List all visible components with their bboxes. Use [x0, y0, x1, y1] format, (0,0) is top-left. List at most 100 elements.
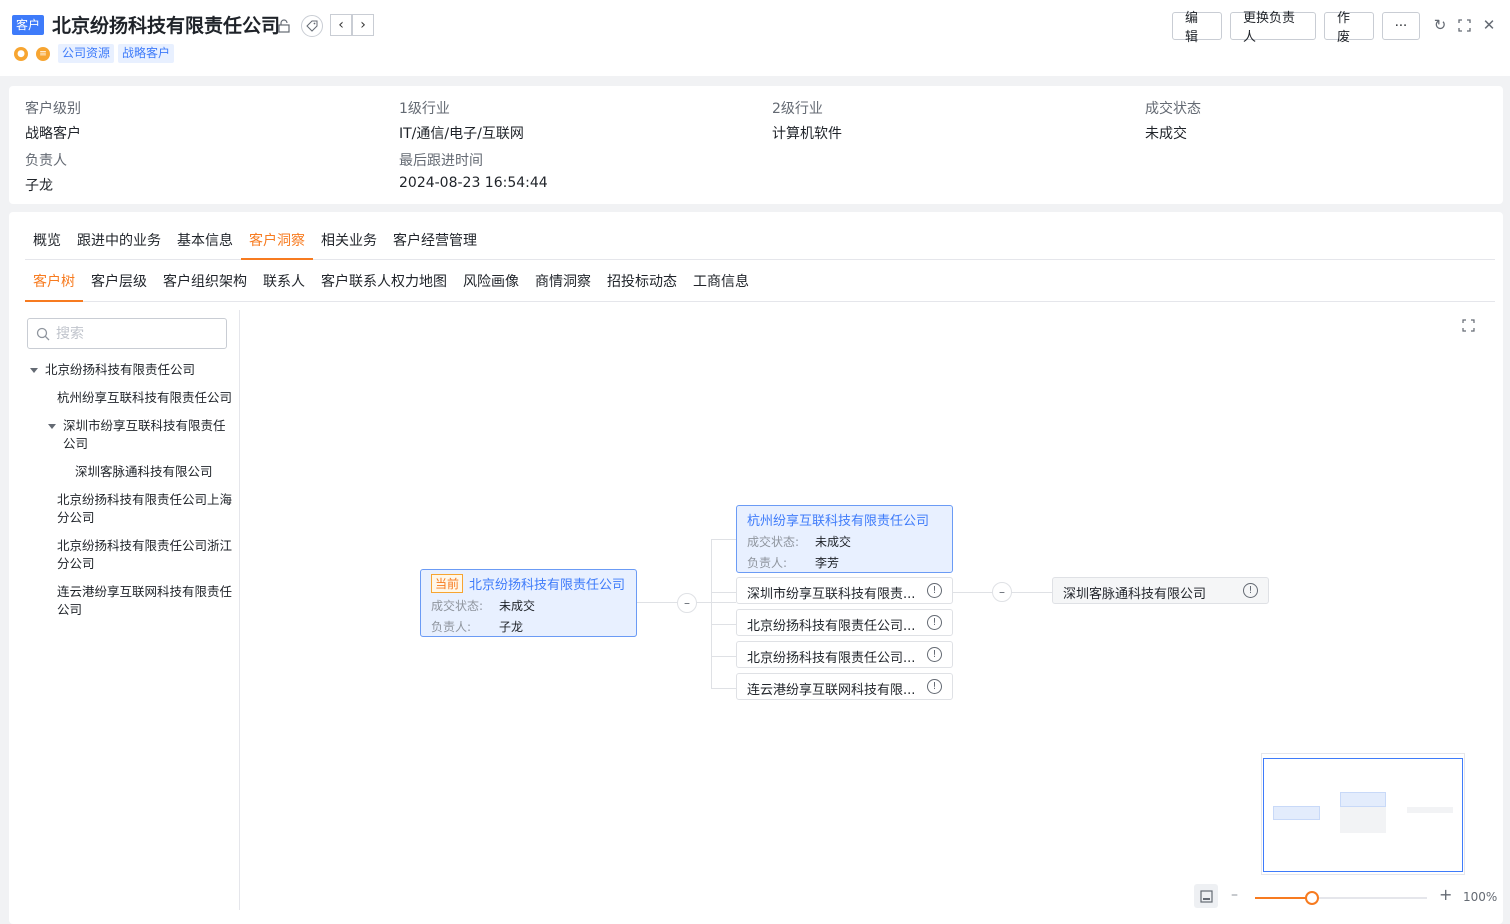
tab-overview[interactable]: 概览 — [25, 230, 69, 260]
edit-button[interactable]: 编辑 — [1172, 11, 1222, 45]
tab-basic-info[interactable]: 基本信息 — [169, 230, 241, 260]
field-value: 计算机软件 — [772, 126, 842, 142]
tab-org-structure[interactable]: 客户组织架构 — [155, 272, 255, 302]
minimap-toggle-button[interactable] — [1194, 884, 1218, 908]
tab-business-insight[interactable]: 商情洞察 — [527, 272, 599, 302]
tree-item-label: 分公司 — [57, 510, 95, 525]
change-owner-button[interactable]: 更换负责人 — [1230, 11, 1316, 45]
node-owner: 李芳 — [815, 556, 840, 570]
field-label: 最后跟进时间 — [399, 153, 483, 169]
minimap-node — [1407, 807, 1453, 813]
prev-button[interactable]: ‹ — [330, 14, 352, 36]
collapse-toggle[interactable]: – — [992, 582, 1012, 602]
tab-customer-tree[interactable]: 客户树 — [25, 272, 83, 302]
tab-bidding[interactable]: 招投标动态 — [599, 272, 685, 302]
node-owner: 子龙 — [499, 620, 524, 634]
more-button[interactable]: ··· — [1382, 12, 1420, 40]
close-icon[interactable]: ✕ — [1480, 16, 1498, 34]
next-button[interactable]: › — [352, 14, 374, 36]
tree-item[interactable]: 北京纷扬科技有限责任公司 — [45, 361, 195, 379]
field-value: 子龙 — [25, 178, 53, 194]
tree-item[interactable]: 深圳市纷享互联科技有限责任 公司 — [63, 417, 226, 453]
tab-related-business[interactable]: 相关业务 — [313, 230, 385, 260]
node-status-label: 成交状态: — [431, 599, 484, 613]
field-owner: 负责人 子龙 — [25, 150, 67, 195]
tab-contacts[interactable]: 联系人 — [255, 272, 313, 302]
connector-line — [711, 624, 736, 625]
info-icon[interactable]: ! — [927, 647, 942, 662]
tree-item[interactable]: 北京纷扬科技有限责任公司上海 分公司 — [57, 491, 232, 527]
location-icon[interactable]: ● — [14, 46, 28, 61]
caret-down-icon[interactable] — [30, 368, 38, 373]
tab-customer-hierarchy[interactable]: 客户层级 — [83, 272, 155, 302]
graph-node-child[interactable]: 北京纷扬科技有限责任公司... ! — [736, 641, 953, 668]
search-input[interactable] — [56, 325, 206, 342]
node-title: 连云港纷享互联网科技有限... — [747, 683, 916, 698]
tag-icon[interactable] — [301, 15, 323, 37]
header-bar: 客户 北京纷扬科技有限责任公司 ‹ › ● ≡ 公司资源 战略客户 编辑 更换负… — [0, 0, 1510, 76]
tab-risk-profile[interactable]: 风险画像 — [455, 272, 527, 302]
zoom-out-icon[interactable]: – — [1231, 887, 1238, 903]
field-value: 战略客户 — [25, 126, 81, 142]
connector-line — [711, 656, 736, 657]
tab-power-map[interactable]: 客户联系人权力地图 — [313, 272, 455, 302]
minimap-node — [1340, 792, 1386, 807]
zoom-in-icon[interactable]: + — [1439, 885, 1452, 904]
fullscreen-icon[interactable] — [1462, 319, 1475, 336]
minimap-node — [1340, 807, 1386, 833]
coin-icon[interactable]: ≡ — [36, 46, 50, 61]
tag-company-resource: 公司资源 — [58, 44, 115, 63]
tree-item[interactable]: 连云港纷享互联网科技有限责任 公司 — [57, 583, 232, 619]
tab-business-registration[interactable]: 工商信息 — [685, 272, 757, 302]
info-icon[interactable]: ! — [1243, 583, 1258, 598]
zoom-slider[interactable] — [1255, 891, 1427, 905]
tree-sidebar: 北京纷扬科技有限责任公司 杭州纷享互联科技有限责任公司 深圳市纷享互联科技有限责… — [9, 310, 240, 910]
info-icon[interactable]: ! — [927, 615, 942, 630]
tree-item[interactable]: 北京纷扬科技有限责任公司浙江 分公司 — [57, 537, 232, 573]
tree-item-label: 分公司 — [57, 556, 95, 571]
field-label: 1级行业 — [399, 101, 450, 117]
tree-item[interactable]: 杭州纷享互联科技有限责任公司 — [57, 389, 232, 407]
expand-icon[interactable] — [1455, 16, 1473, 34]
zoom-slider-handle[interactable] — [1304, 891, 1319, 905]
info-icon[interactable]: ! — [927, 583, 942, 598]
connector-line — [711, 688, 736, 689]
tab-ongoing-business[interactable]: 跟进中的业务 — [69, 230, 169, 260]
graph-node-child[interactable]: 深圳市纷享互联科技有限责... ! — [736, 577, 953, 604]
tree-item-label: 北京纷扬科技有限责任公司上海 — [57, 492, 233, 507]
graph-node-child[interactable]: 连云港纷享互联网科技有限... ! — [736, 673, 953, 700]
tree-item-label: 北京纷扬科技有限责任公司浙江 — [57, 538, 233, 553]
graph-node-grandchild[interactable]: 深圳客脉通科技有限公司 ! — [1052, 577, 1269, 604]
info-icon[interactable]: ! — [927, 679, 942, 694]
minimap[interactable] — [1263, 758, 1463, 872]
graph-node-root[interactable]: 当前 北京纷扬科技有限责任公司 成交状态: 未成交 负责人: 子龙 — [420, 569, 637, 637]
collapse-toggle[interactable]: – — [677, 593, 697, 613]
node-status-label: 成交状态: — [747, 535, 800, 549]
node-status: 未成交 — [499, 599, 536, 613]
summary-card: 客户级别 战略客户 1级行业 IT/通信/电子/互联网 2级行业 计算机软件 成… — [9, 86, 1503, 204]
field-value: 2024-08-23 16:54:44 — [399, 175, 548, 191]
node-owner-label: 负责人: — [431, 620, 472, 634]
tree-item-label: 公司 — [57, 602, 83, 617]
connector-line — [711, 539, 712, 689]
search-box[interactable] — [27, 318, 227, 349]
graph-node-child[interactable]: 杭州纷享互联科技有限责任公司 成交状态: 未成交 负责人: 李芳 — [736, 505, 953, 573]
minimap-node — [1273, 806, 1320, 820]
void-button[interactable]: 作废 — [1324, 11, 1374, 45]
caret-down-icon[interactable] — [48, 424, 56, 429]
page-title: 北京纷扬科技有限责任公司 — [52, 15, 281, 37]
lock-icon[interactable] — [275, 17, 293, 35]
current-badge: 当前 — [431, 574, 464, 593]
field-industry-1: 1级行业 IT/通信/电子/互联网 — [399, 98, 524, 143]
minimap-icon — [1199, 889, 1213, 903]
tree-item[interactable]: 深圳客脉通科技有限公司 — [75, 463, 213, 481]
refresh-icon[interactable]: ↻ — [1431, 16, 1449, 34]
node-title: 北京纷扬科技有限责任公司... — [747, 651, 916, 666]
graph-node-child[interactable]: 北京纷扬科技有限责任公司... ! — [736, 609, 953, 636]
tag-strategic-customer: 战略客户 — [118, 44, 175, 63]
tree-graph-canvas[interactable]: 当前 北京纷扬科技有限责任公司 成交状态: 未成交 负责人: 子龙 – 杭州纷享互联… — [241, 310, 1503, 920]
tab-customer-management[interactable]: 客户经营管理 — [385, 230, 485, 260]
record-type-tag: 客户 — [12, 15, 45, 35]
tab-customer-insight[interactable]: 客户洞察 — [241, 230, 313, 260]
field-label: 2级行业 — [772, 101, 823, 117]
